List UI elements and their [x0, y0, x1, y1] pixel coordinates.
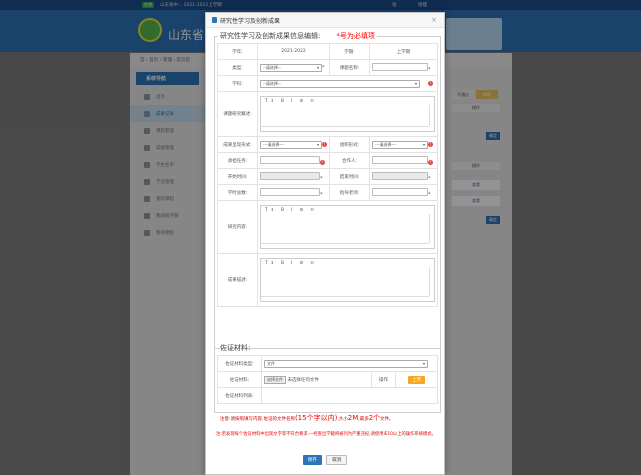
label-end-time: 结束时间:	[329, 168, 370, 185]
required-star: *	[322, 64, 325, 71]
editor-hscrollbar[interactable]	[261, 296, 429, 301]
editor-toolbar[interactable]: T↕ B I ☰ ☷	[261, 97, 434, 104]
info-section: 研究性学习及创新成果信息编辑: *号为必填项 学年: 2021-2022 学期: …	[214, 31, 441, 349]
editor-scrollbar[interactable]	[429, 214, 434, 243]
label-hours: 学时总数:	[217, 184, 258, 201]
editor-hscrollbar[interactable]	[261, 126, 429, 131]
required-star: *	[320, 175, 323, 182]
start-time-input[interactable]	[260, 171, 320, 180]
content-editor[interactable]: T↕ B I ☰ ☷	[260, 205, 435, 249]
modal-dialog: 研究性学习及创新成果 × 研究性学习及创新成果信息编辑: *号为必填项 学年: 2…	[205, 12, 445, 475]
evidence-section-title: 佐证材料:	[220, 344, 251, 352]
editor-scrollbar[interactable]	[429, 105, 434, 126]
hours-input[interactable]	[260, 187, 320, 196]
label-collaborators: 合作人:	[329, 152, 370, 169]
required-star: *	[428, 175, 431, 182]
topic-name-input[interactable]	[372, 62, 428, 71]
evidence-list	[261, 387, 438, 404]
label-type: 类型:	[217, 59, 258, 76]
chevron-down-icon: ▾	[422, 361, 425, 366]
editor-toolbar[interactable]: T↕ B I ☰ ☷	[261, 259, 434, 266]
choose-file-button[interactable]: 选择文件	[264, 375, 286, 384]
chevron-down-icon: ▾	[316, 142, 319, 147]
label-evidence-list: 佐证材料列表:	[217, 387, 262, 404]
upload-button[interactable]: 上传	[408, 375, 425, 384]
semester-value: 上学期	[369, 43, 438, 60]
close-icon[interactable]: ×	[431, 16, 437, 24]
label-evidence-type: 佐证材料类型:	[217, 355, 262, 372]
label-topic-name: 课题名称:	[329, 59, 370, 76]
op-label: 操作	[371, 371, 396, 388]
label-start-time: 开始时间:	[217, 168, 258, 185]
end-time-input[interactable]	[372, 171, 428, 180]
label-content: 研究内容:	[217, 200, 258, 254]
error-icon: !	[320, 159, 325, 165]
label-subject: 学科:	[217, 75, 258, 92]
role-input[interactable]	[260, 155, 320, 164]
warning-note: 注:若发现每个佐证材料中出现文字等不符合要求,一经查出学籍将被列为严重违纪,请使…	[216, 432, 436, 437]
result-form-select[interactable]: ---请选择--- ▾	[260, 140, 322, 149]
no-file-text: 未选择任何文件	[287, 377, 319, 383]
required-star: *	[428, 66, 431, 73]
required-star: *	[320, 191, 323, 198]
teacher-input[interactable]	[372, 187, 428, 196]
modal-header: 研究性学习及创新成果 ×	[206, 13, 444, 28]
cancel-button[interactable]: 取消	[326, 455, 348, 465]
label-role: 承担任务:	[217, 152, 258, 169]
label-description: 成果描述:	[217, 253, 258, 307]
label-org-form: 组织形式:	[329, 136, 370, 153]
modal-footer: 保存 取消	[206, 455, 444, 465]
modal-title: 研究性学习及创新成果	[220, 17, 281, 25]
document-icon	[212, 17, 217, 23]
error-icon: !	[428, 142, 433, 147]
evidence-form: 佐证材料类型: 文件 ▾ 佐证材料: 选择文件 未选择任何文件 操作 上传 佐证材…	[217, 355, 438, 404]
info-form: 学年: 2021-2022 学期: 上学期 类型: --请选择-- ▾ * 课题名称…	[217, 43, 438, 307]
required-note: *号为必填项	[336, 32, 375, 40]
subject-select[interactable]: --请选择-- ▾	[260, 79, 420, 88]
school-year-value: 2021-2022	[257, 43, 330, 60]
label-semester: 学期:	[329, 43, 370, 60]
evidence-section: 佐证材料: 佐证材料类型: 文件 ▾ 佐证材料: 选择文件 未选择任何文件 操作 …	[214, 343, 441, 413]
chevron-down-icon: ▾	[422, 142, 425, 147]
info-section-title: 研究性学习及创新成果信息编辑: *号为必填项	[220, 32, 375, 40]
label-teacher: 指导老师:	[329, 184, 370, 201]
upload-note: 注意:请按照填写内容,佐证的文件名称(15个字以内),大小2M,最多2个文件。	[220, 414, 394, 422]
label-evidence-file: 佐证材料:	[217, 371, 262, 388]
chevron-down-icon: ▾	[414, 81, 417, 86]
editor-scrollbar[interactable]	[429, 267, 434, 296]
label-result-form: 成果呈现形式:	[217, 136, 258, 153]
error-icon: !	[428, 159, 433, 165]
required-star: *	[428, 191, 431, 198]
editor-toolbar[interactable]: T↕ B I ☰ ☷	[261, 206, 434, 213]
collaborators-input[interactable]	[372, 155, 428, 164]
org-form-select[interactable]: ---请选择--- ▾	[372, 140, 428, 149]
summary-editor[interactable]: T↕ B I ☰ ☷	[260, 96, 435, 132]
save-button[interactable]: 保存	[302, 455, 322, 465]
label-school-year: 学年:	[217, 43, 258, 60]
description-editor[interactable]: T↕ B I ☰ ☷	[260, 258, 435, 302]
type-select[interactable]: --请选择-- ▾	[260, 63, 322, 72]
label-summary: 课题研究概述:	[217, 91, 258, 137]
error-icon: !	[428, 81, 433, 86]
evidence-type-select[interactable]: 文件 ▾	[264, 359, 428, 368]
chevron-down-icon: ▾	[316, 65, 319, 70]
editor-hscrollbar[interactable]	[261, 243, 429, 248]
error-icon: !	[322, 142, 327, 147]
